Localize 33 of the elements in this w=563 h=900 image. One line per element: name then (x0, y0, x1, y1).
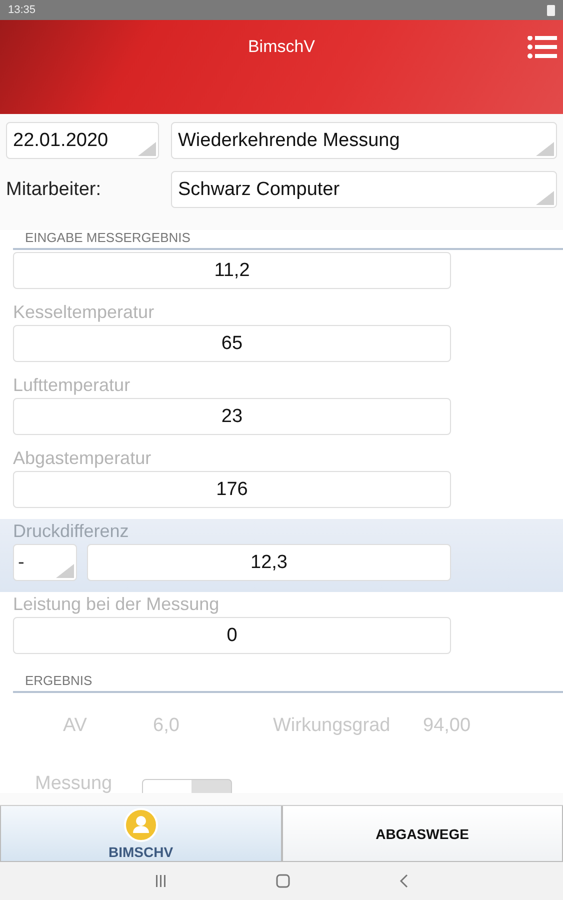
dropdown-corner-icon (56, 564, 74, 578)
status-time: 13:35 (8, 4, 36, 16)
section-title: EINGABE MESSERGEBNIS (24, 230, 192, 246)
input-field[interactable]: 176 (13, 471, 451, 508)
toggle-switch[interactable] (142, 779, 232, 793)
input-field[interactable]: 11,2 (13, 252, 451, 289)
field-label: Leistung bei der Messung (13, 594, 220, 614)
measurement-type-select[interactable]: Wiederkehrende Messung (171, 122, 557, 159)
recent-apps-icon[interactable] (154, 875, 166, 887)
input-field[interactable]: 65 (13, 325, 451, 362)
input-field[interactable]: 23 (13, 398, 451, 435)
dropdown-corner-icon (138, 142, 156, 156)
battery-icon (547, 4, 555, 16)
sign-select[interactable]: - (13, 544, 77, 581)
header-title: BimschV (248, 37, 316, 58)
date-select[interactable]: 22.01.2020 (6, 122, 159, 159)
tab[interactable]: BIMSCHV (0, 806, 282, 862)
section-title: ERGEBNIS (24, 673, 94, 689)
back-icon[interactable] (398, 874, 408, 888)
field-label: Druckdifferenz (13, 521, 130, 541)
dropdown-corner-icon (536, 142, 554, 156)
field-label: Lufttemperatur (13, 375, 132, 395)
person-icon (124, 808, 158, 842)
dropdown-corner-icon (536, 191, 554, 205)
menu-icon[interactable] (527, 36, 557, 60)
employee-label: Mitarbeiter: (6, 178, 102, 200)
home-icon[interactable] (276, 874, 290, 888)
input-field[interactable]: 12,3 (87, 544, 451, 581)
tab[interactable]: ABGASWEGE (282, 806, 563, 862)
employee-select[interactable]: Schwarz Computer (171, 171, 557, 208)
field-label: Kesseltemperatur (13, 302, 156, 322)
input-field[interactable]: 0 (13, 617, 451, 654)
field-label: Abgastemperatur (13, 448, 152, 468)
